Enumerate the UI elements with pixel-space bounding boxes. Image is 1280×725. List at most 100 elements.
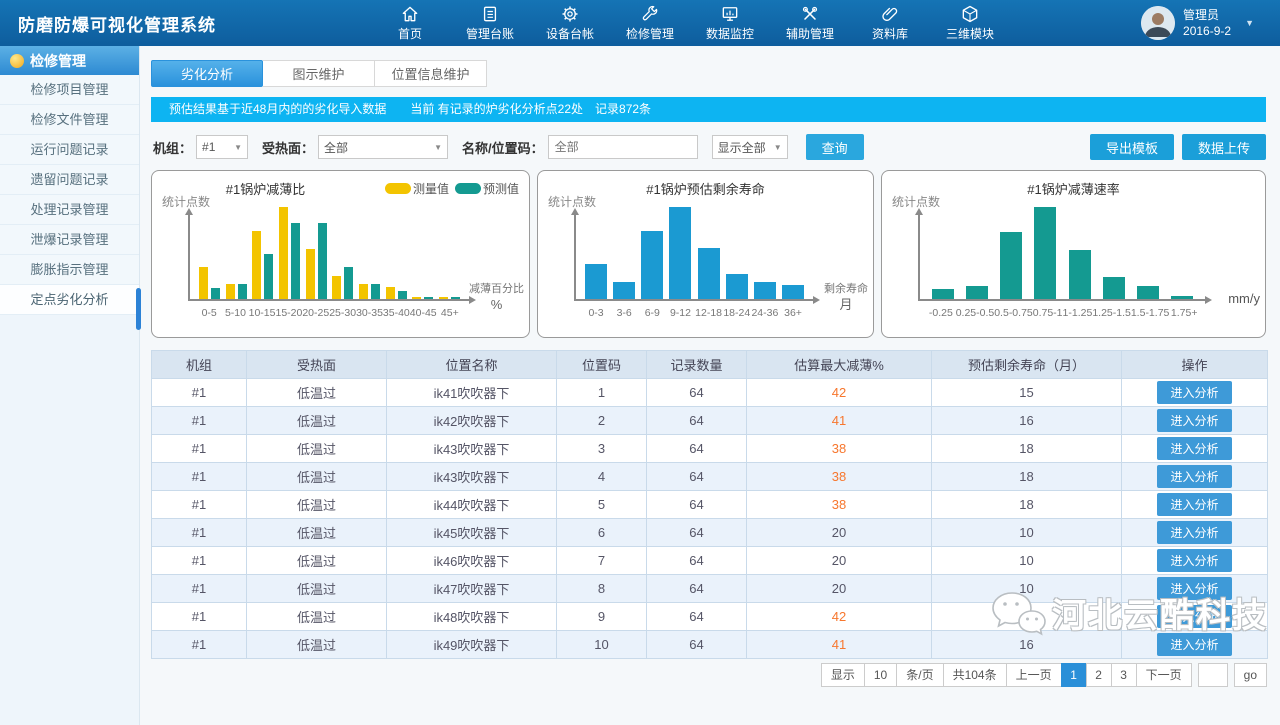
x-tick: 3-6 (610, 307, 638, 319)
table-cell-action: 进入分析 (1122, 435, 1268, 463)
page-button-3[interactable]: 3 (1111, 663, 1137, 687)
x-tick: 25-30 (329, 307, 356, 319)
nav-item-管理台账[interactable]: 管理台账 (450, 0, 530, 46)
bar-group (1034, 207, 1056, 299)
col-header-机组: 机组 (152, 351, 247, 379)
bar (238, 284, 247, 299)
export-template-button[interactable]: 导出模板 (1090, 134, 1174, 160)
bar (439, 297, 448, 299)
page-button-1[interactable]: 1 (1061, 663, 1087, 687)
sidebar-item-泄爆记录管理[interactable]: 泄爆记录管理 (0, 225, 139, 255)
col-header-操作: 操作 (1122, 351, 1268, 379)
tab-图示维护[interactable]: 图示维护 (263, 60, 375, 87)
query-button[interactable]: 查询 (806, 134, 864, 160)
bar-group (1000, 232, 1022, 299)
bar (424, 297, 433, 299)
table-cell-action: 进入分析 (1122, 407, 1268, 435)
x-tick: 45+ (437, 307, 463, 319)
nav-item-首页[interactable]: 首页 (370, 0, 450, 46)
sidebar-item-处理记录管理[interactable]: 处理记录管理 (0, 195, 139, 225)
enter-analysis-button[interactable]: 进入分析 (1157, 577, 1231, 600)
bar-group (252, 231, 273, 299)
table-cell: 64 (647, 575, 747, 603)
unit-filter-label: 机组： (153, 138, 192, 157)
tab-劣化分析[interactable]: 劣化分析 (151, 60, 263, 87)
table-cell-action: 进入分析 (1122, 463, 1268, 491)
page-size-value[interactable]: 10 (864, 663, 897, 687)
nav-item-检修管理[interactable]: 检修管理 (610, 0, 690, 46)
table-cell: 41 (747, 631, 932, 659)
x-axis (574, 299, 817, 301)
x-tick: -0.25 (926, 307, 956, 319)
user-menu[interactable]: 管理员 2016-9-2 ▼ (1141, 6, 1280, 40)
nav-item-数据监控[interactable]: 数据监控 (690, 0, 770, 46)
page-button-2[interactable]: 2 (1086, 663, 1112, 687)
bar (1034, 207, 1056, 299)
sidebar-header[interactable]: 检修管理 (0, 46, 139, 75)
enter-analysis-button[interactable]: 进入分析 (1157, 381, 1231, 404)
enter-analysis-button[interactable]: 进入分析 (1157, 409, 1231, 432)
x-axis-title: 减薄百分比% (469, 283, 524, 313)
enter-analysis-button[interactable]: 进入分析 (1157, 633, 1231, 656)
surface-select[interactable]: 全部▼ (318, 135, 448, 159)
table-cell: 7 (557, 547, 647, 575)
nav-item-资料库[interactable]: 资料库 (850, 0, 930, 46)
enter-analysis-button[interactable]: 进入分析 (1157, 465, 1231, 488)
chevron-down-icon[interactable]: ▼ (1245, 18, 1254, 28)
bar (264, 254, 273, 299)
name-code-input[interactable] (548, 135, 698, 159)
bar-group (306, 223, 327, 299)
bar-group (359, 284, 380, 299)
bar (291, 223, 300, 299)
bar (332, 276, 341, 299)
analysis-table-wrap: 机组受热面位置名称位置码记录数量估算最大减薄%预估剩余寿命（月）操作 #1低温过… (151, 350, 1266, 659)
table-cell: 20 (747, 547, 932, 575)
nav-item-label: 管理台账 (466, 25, 514, 42)
unit-select[interactable]: #1▼ (196, 135, 248, 159)
nav-menu: 首页管理台账设备台帐检修管理数据监控辅助管理资料库三维模块 (370, 0, 1010, 46)
sidebar-item-遗留问题记录[interactable]: 遗留问题记录 (0, 165, 139, 195)
table-cell: 低温过 (247, 631, 387, 659)
table-cell: 低温过 (247, 547, 387, 575)
chart-plot (926, 207, 1199, 299)
upload-data-button[interactable]: 数据上传 (1182, 134, 1266, 160)
goto-page-button[interactable]: go (1234, 663, 1267, 687)
x-tick: 18-24 (723, 307, 751, 319)
name-filter-label: 名称/位置码： (462, 138, 544, 157)
total-count: 共104条 (943, 663, 1007, 687)
bar-group (726, 274, 748, 299)
enter-analysis-button[interactable]: 进入分析 (1157, 437, 1231, 460)
display-select[interactable]: 显示全部▼ (712, 135, 788, 159)
bar (782, 285, 804, 299)
monitor-icon (720, 4, 740, 24)
bar (1103, 277, 1125, 299)
sidebar-item-运行问题记录[interactable]: 运行问题记录 (0, 135, 139, 165)
enter-analysis-button[interactable]: 进入分析 (1157, 493, 1231, 516)
table-cell: #1 (152, 379, 247, 407)
table-cell: ik47吹吹器下 (387, 575, 557, 603)
table-cell: 低温过 (247, 575, 387, 603)
bar-group (782, 285, 804, 299)
sidebar-item-定点劣化分析[interactable]: 定点劣化分析 (0, 285, 139, 315)
sidebar-item-检修项目管理[interactable]: 检修项目管理 (0, 75, 139, 105)
bar (398, 291, 407, 299)
enter-analysis-button[interactable]: 进入分析 (1157, 605, 1231, 628)
table-cell-action: 进入分析 (1122, 547, 1268, 575)
nav-item-三维模块[interactable]: 三维模块 (930, 0, 1010, 46)
nav-item-辅助管理[interactable]: 辅助管理 (770, 0, 850, 46)
goto-page-input[interactable] (1198, 663, 1228, 687)
enter-analysis-button[interactable]: 进入分析 (1157, 549, 1231, 572)
prev-page-button[interactable]: 上一页 (1006, 663, 1062, 687)
sidebar-item-膨胀指示管理[interactable]: 膨胀指示管理 (0, 255, 139, 285)
x-tick: 5-10 (222, 307, 248, 319)
col-header-位置码: 位置码 (557, 351, 647, 379)
nav-item-设备台帐[interactable]: 设备台帐 (530, 0, 610, 46)
table-cell: 64 (647, 547, 747, 575)
next-page-button[interactable]: 下一页 (1136, 663, 1192, 687)
enter-analysis-button[interactable]: 进入分析 (1157, 521, 1231, 544)
table-cell: 42 (747, 379, 932, 407)
surface-filter-label: 受热面： (262, 138, 314, 157)
sidebar-item-检修文件管理[interactable]: 检修文件管理 (0, 105, 139, 135)
tab-位置信息维护[interactable]: 位置信息维护 (375, 60, 487, 87)
charts-row: #1锅炉减薄比测量值预测值统计点数0-55-1010-1515-2020-252… (151, 170, 1266, 338)
